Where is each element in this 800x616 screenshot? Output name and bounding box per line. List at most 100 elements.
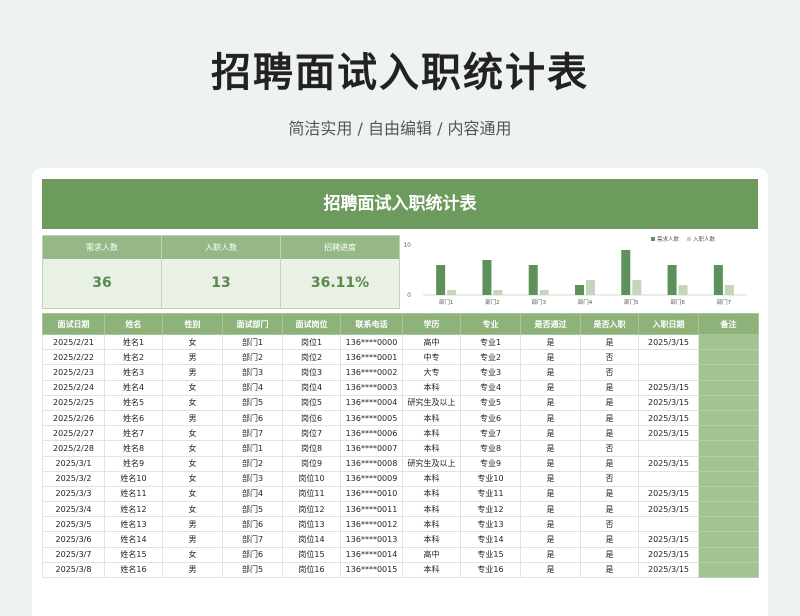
table-cell[interactable]: 部门2 xyxy=(222,349,283,366)
table-cell[interactable]: 2025/3/15 xyxy=(638,546,699,563)
table-cell[interactable]: 是 xyxy=(580,409,639,427)
table-cell[interactable]: 部门3 xyxy=(222,470,283,487)
table-cell[interactable] xyxy=(698,546,759,563)
table-cell[interactable]: 姓名12 xyxy=(104,501,163,518)
table-cell[interactable]: 是 xyxy=(520,379,581,396)
table-cell[interactable]: 136****0014 xyxy=(340,546,403,563)
table-cell[interactable]: 2025/3/7 xyxy=(42,546,105,563)
table-cell[interactable]: 岗位7 xyxy=(282,425,341,442)
table-cell[interactable]: 姓名3 xyxy=(104,364,163,381)
table-cell[interactable]: 2025/2/27 xyxy=(42,425,105,442)
table-cell[interactable] xyxy=(698,470,759,487)
table-cell[interactable]: 136****0001 xyxy=(340,349,403,366)
table-cell[interactable]: 男 xyxy=(162,516,223,533)
table-cell[interactable]: 是 xyxy=(520,364,581,381)
table-cell[interactable]: 2025/3/15 xyxy=(638,333,699,351)
table-cell[interactable]: 岗位14 xyxy=(282,531,341,548)
table-cell[interactable]: 男 xyxy=(162,349,223,366)
table-cell[interactable]: 男 xyxy=(162,561,223,579)
table-cell[interactable]: 男 xyxy=(162,531,223,548)
column-header[interactable]: 专业 xyxy=(460,313,521,335)
table-cell[interactable]: 是 xyxy=(580,394,639,411)
table-cell[interactable]: 否 xyxy=(580,364,639,381)
column-header[interactable]: 学历 xyxy=(402,313,461,335)
table-cell[interactable]: 是 xyxy=(520,455,581,472)
table-cell[interactable]: 岗位4 xyxy=(282,379,341,396)
table-cell[interactable]: 岗位5 xyxy=(282,394,341,411)
table-cell[interactable]: 岗位9 xyxy=(282,455,341,472)
table-cell[interactable]: 2025/3/15 xyxy=(638,379,699,396)
table-cell[interactable]: 专业10 xyxy=(460,470,521,487)
table-cell[interactable]: 2025/3/15 xyxy=(638,409,699,427)
column-header[interactable]: 是否通过 xyxy=(520,313,581,335)
table-cell[interactable]: 姓名13 xyxy=(104,516,163,533)
table-cell[interactable]: 女 xyxy=(162,455,223,472)
table-cell[interactable]: 2025/3/15 xyxy=(638,485,699,503)
table-cell[interactable]: 专业4 xyxy=(460,379,521,396)
sheet-banner[interactable]: 招聘面试入职统计表 xyxy=(42,179,758,229)
table-cell[interactable]: 本科 xyxy=(402,470,461,487)
column-header[interactable]: 是否入职 xyxy=(580,313,639,335)
table-cell[interactable]: 是 xyxy=(580,501,639,518)
table-cell[interactable]: 2025/3/6 xyxy=(42,531,105,548)
table-cell[interactable]: 女 xyxy=(162,485,223,503)
table-cell[interactable]: 136****0012 xyxy=(340,516,403,533)
table-cell[interactable]: 姓名5 xyxy=(104,394,163,411)
table-cell[interactable]: 是 xyxy=(580,485,639,503)
table-cell[interactable]: 女 xyxy=(162,425,223,442)
department-bar-chart[interactable]: 0 10 需求人数 入职人数 部门1 部门2 部门3 部门4 部门5 部门6 部门7 xyxy=(401,235,757,309)
table-cell[interactable]: 姓名11 xyxy=(104,485,163,503)
table-cell[interactable]: 是 xyxy=(520,531,581,548)
column-header[interactable]: 姓名 xyxy=(104,313,163,335)
table-cell[interactable]: 是 xyxy=(580,379,639,396)
table-cell[interactable]: 否 xyxy=(580,516,639,533)
table-cell[interactable] xyxy=(698,455,759,472)
table-cell[interactable]: 2025/3/15 xyxy=(638,394,699,411)
table-cell[interactable]: 是 xyxy=(520,470,581,487)
table-cell[interactable]: 是 xyxy=(580,333,639,351)
table-cell[interactable]: 中专 xyxy=(402,349,461,366)
table-cell[interactable]: 女 xyxy=(162,470,223,487)
table-cell[interactable]: 136****0003 xyxy=(340,379,403,396)
table-cell[interactable] xyxy=(698,409,759,427)
table-cell[interactable]: 部门5 xyxy=(222,501,283,518)
table-cell[interactable]: 专业5 xyxy=(460,394,521,411)
table-cell[interactable]: 研究生及以上 xyxy=(402,394,461,411)
table-cell[interactable]: 本科 xyxy=(402,516,461,533)
table-cell[interactable] xyxy=(698,485,759,503)
table-cell[interactable]: 部门6 xyxy=(222,409,283,427)
table-cell[interactable]: 专业2 xyxy=(460,349,521,366)
table-cell[interactable]: 是 xyxy=(520,425,581,442)
table-cell[interactable]: 专业11 xyxy=(460,485,521,503)
table-cell[interactable]: 2025/3/15 xyxy=(638,531,699,548)
table-cell[interactable]: 姓名10 xyxy=(104,470,163,487)
table-cell[interactable]: 是 xyxy=(520,561,581,579)
table-cell[interactable]: 是 xyxy=(520,546,581,563)
kpi-progress[interactable]: 招聘进度 36.11% xyxy=(280,235,400,309)
table-cell[interactable]: 136****0011 xyxy=(340,501,403,518)
table-cell[interactable]: 专业16 xyxy=(460,561,521,579)
table-cell[interactable] xyxy=(698,394,759,411)
table-cell[interactable]: 岗位11 xyxy=(282,485,341,503)
column-header[interactable]: 面试日期 xyxy=(42,313,105,335)
column-header[interactable]: 入职日期 xyxy=(638,313,699,335)
table-cell[interactable]: 是 xyxy=(520,440,581,457)
table-cell[interactable]: 136****0006 xyxy=(340,425,403,442)
table-cell[interactable]: 本科 xyxy=(402,379,461,396)
table-cell[interactable]: 是 xyxy=(520,333,581,351)
table-cell[interactable]: 136****0002 xyxy=(340,364,403,381)
table-cell[interactable]: 136****0000 xyxy=(340,333,403,351)
table-cell[interactable]: 136****0005 xyxy=(340,409,403,427)
table-cell[interactable] xyxy=(698,516,759,533)
table-cell[interactable]: 岗位10 xyxy=(282,470,341,487)
table-cell[interactable]: 专业1 xyxy=(460,333,521,351)
table-cell[interactable] xyxy=(698,531,759,548)
column-header[interactable]: 面试岗位 xyxy=(282,313,341,335)
table-cell[interactable]: 大专 xyxy=(402,364,461,381)
table-cell[interactable]: 岗位15 xyxy=(282,546,341,563)
table-cell[interactable]: 是 xyxy=(580,531,639,548)
table-cell[interactable] xyxy=(638,470,699,487)
table-cell[interactable]: 专业7 xyxy=(460,425,521,442)
kpi-demand[interactable]: 需求人数 36 xyxy=(42,235,162,309)
table-cell[interactable]: 专业9 xyxy=(460,455,521,472)
